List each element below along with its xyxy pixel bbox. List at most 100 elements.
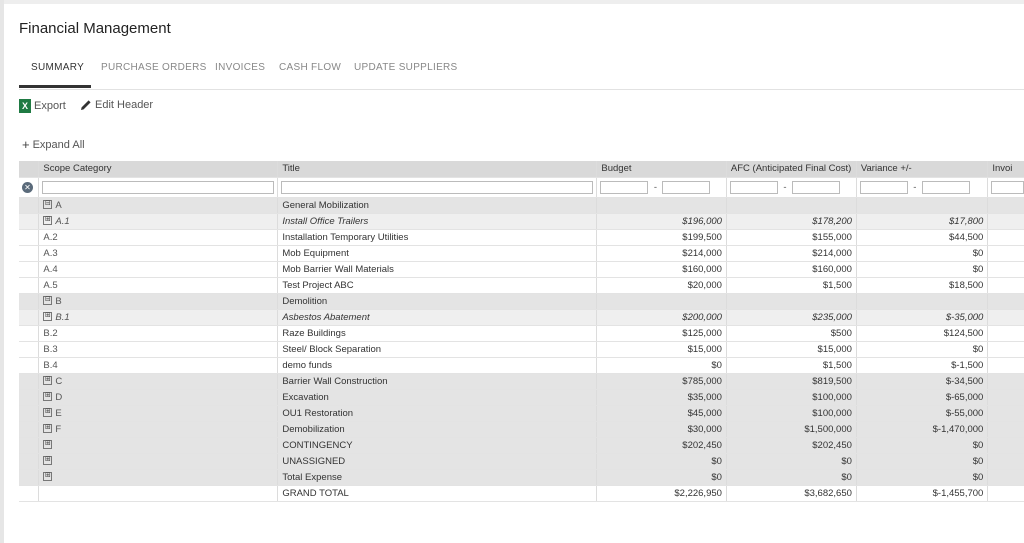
table-row[interactable]: ⊞ Total Expense $0 $0 $0 — [19, 469, 1024, 486]
invoiced-cell — [987, 373, 1024, 390]
table-row[interactable]: ⊞ B.1 Asbestos Abatement $200,000 $235,000 $-… — [19, 309, 1024, 326]
top-bar — [4, 0, 1024, 4]
table-row[interactable]: ⊞ CONTINGENCY $202,450 $202,450 $0 — [19, 437, 1024, 454]
scope-category-cell: ⊞ — [38, 453, 279, 470]
row-spacer — [19, 213, 40, 230]
table-row[interactable]: ⊟ A General Mobilization — [19, 197, 1024, 214]
table-row[interactable]: B.2 Raze Buildings $125,000 $500 $124,500 — [19, 325, 1024, 342]
table-row[interactable]: A.5 Test Project ABC $20,000 $1,500 $18,500 — [19, 277, 1024, 294]
variance-filter-max[interactable] — [921, 180, 970, 194]
expand-icon[interactable]: ⊞ — [43, 392, 53, 402]
budget-cell: $30,000 — [596, 421, 727, 438]
budget-filter-max[interactable] — [662, 180, 711, 194]
col-header-scope-category[interactable]: Scope Category — [38, 161, 279, 178]
title-cell: Install Office Trailers — [277, 213, 598, 230]
collapse-icon[interactable]: ⊟ — [43, 200, 53, 210]
row-spacer — [19, 405, 40, 422]
tab-invoices[interactable]: INVOICES — [215, 62, 265, 73]
expand-icon[interactable]: ⊞ — [43, 472, 53, 482]
invoiced-cell — [987, 245, 1024, 262]
budget-cell: $0 — [596, 469, 727, 486]
scope-category-cell: ⊞ C — [38, 373, 279, 390]
range-dash: - — [653, 181, 657, 193]
col-header-afc[interactable]: AFC (Anticipated Final Cost) — [726, 161, 857, 178]
afc-filter-max[interactable] — [791, 180, 840, 194]
table-row[interactable]: ⊞ E OU1 Restoration $45,000 $100,000 $-55,000 — [19, 405, 1024, 422]
variance-cell: $0 — [856, 261, 989, 278]
expand-icon[interactable]: ⊞ — [43, 408, 53, 418]
scope-category-cell: A.3 — [38, 245, 279, 262]
variance-cell: $-35,000 — [856, 309, 989, 326]
tab-purchase-orders[interactable]: PURCHASE ORDERS — [101, 62, 207, 73]
table-row[interactable]: B.3 Steel/ Block Separation $15,000 $15,000… — [19, 341, 1024, 358]
expand-icon[interactable]: ⊞ — [43, 440, 53, 450]
scope-code: A — [55, 199, 62, 211]
variance-cell: $0 — [856, 453, 989, 470]
col-header-variance[interactable]: Variance +/- — [856, 161, 989, 178]
afc-filter-min[interactable] — [729, 180, 778, 194]
scope-code: B.4 — [43, 359, 58, 371]
tab-cash-flow[interactable]: CASH FLOW — [279, 62, 341, 73]
table-row[interactable]: ⊞ F Demobilization $30,000 $1,500,000 $-1,470… — [19, 421, 1024, 438]
expand-all-button[interactable]: + Expand All — [22, 137, 85, 152]
title-cell: General Mobilization — [277, 197, 598, 214]
title-filter-input[interactable] — [281, 180, 594, 194]
scope-code: B — [55, 295, 62, 307]
row-spacer — [19, 485, 40, 502]
afc-cell: $178,200 — [726, 213, 857, 230]
clear-filters-cell: ✕ — [19, 177, 40, 198]
col-header-invoiced[interactable]: Invoi — [987, 161, 1024, 178]
range-dash: - — [913, 181, 917, 193]
expand-icon[interactable]: ⊞ — [43, 456, 53, 466]
budget-cell: $214,000 — [596, 245, 727, 262]
scope-code: F — [55, 423, 62, 435]
table-row[interactable]: ⊞ UNASSIGNED $0 $0 $0 — [19, 453, 1024, 470]
expand-icon[interactable]: ⊞ — [43, 312, 53, 322]
clear-filter-icon[interactable]: ✕ — [22, 181, 33, 193]
variance-cell — [856, 293, 989, 310]
afc-cell: $155,000 — [726, 229, 857, 246]
export-label: Export — [34, 100, 66, 112]
row-spacer — [19, 197, 40, 214]
plus-icon: + — [22, 137, 30, 152]
expand-icon[interactable]: ⊞ — [43, 376, 53, 386]
summary-table: Scope Category Title Budget AFC (Anticip… — [19, 161, 1024, 502]
table-row[interactable]: A.2 Installation Temporary Utilities $199,… — [19, 229, 1024, 246]
variance-filter-min[interactable] — [859, 180, 908, 194]
table-row[interactable]: B.4 demo funds $0 $1,500 $-1,500 — [19, 357, 1024, 374]
afc-cell: $235,000 — [726, 309, 857, 326]
scope-filter-input[interactable] — [42, 180, 275, 194]
table-row[interactable]: ⊞ D Excavation $35,000 $100,000 $-65,000 — [19, 389, 1024, 406]
tab-summary[interactable]: SUMMARY — [31, 62, 84, 73]
title-cell: Asbestos Abatement — [277, 309, 598, 326]
afc-cell: $0 — [726, 469, 857, 486]
tab-update-suppliers[interactable]: UPDATE SUPPLIERS — [354, 62, 458, 73]
budget-filter-min[interactable] — [600, 180, 649, 194]
scope-category-cell — [38, 485, 279, 502]
collapse-icon[interactable]: ⊟ — [43, 296, 53, 306]
export-button[interactable]: X Export — [19, 99, 66, 113]
row-spacer — [19, 357, 40, 374]
table-row[interactable]: ⊞ C Barrier Wall Construction $785,000 $819,… — [19, 373, 1024, 390]
invoiced-filter-input[interactable] — [991, 180, 1024, 194]
variance-cell: $-1,500 — [856, 357, 989, 374]
title-cell: Barrier Wall Construction — [277, 373, 598, 390]
col-header-title[interactable]: Title — [277, 161, 598, 178]
expand-icon[interactable]: ⊞ — [43, 424, 53, 434]
row-spacer — [19, 373, 40, 390]
variance-cell: $-1,455,700 — [856, 485, 989, 502]
table-row[interactable]: ⊟ B Demolition — [19, 293, 1024, 310]
col-header-budget[interactable]: Budget — [596, 161, 727, 178]
title-cell: Mob Equipment — [277, 245, 598, 262]
scope-category-cell: B.3 — [38, 341, 279, 358]
table-row[interactable]: GRAND TOTAL $2,226,950 $3,682,650 $-1,455,7… — [19, 485, 1024, 502]
variance-cell: $0 — [856, 469, 989, 486]
variance-cell: $0 — [856, 437, 989, 454]
budget-cell: $160,000 — [596, 261, 727, 278]
table-row[interactable]: A.4 Mob Barrier Wall Materials $160,000 $16… — [19, 261, 1024, 278]
table-row[interactable]: A.3 Mob Equipment $214,000 $214,000 $0 — [19, 245, 1024, 262]
table-row[interactable]: ⊞ A.1 Install Office Trailers $196,000 $178,… — [19, 213, 1024, 230]
edit-header-button[interactable]: Edit Header — [80, 99, 153, 111]
expand-icon[interactable]: ⊞ — [43, 216, 53, 226]
budget-cell: $20,000 — [596, 277, 727, 294]
